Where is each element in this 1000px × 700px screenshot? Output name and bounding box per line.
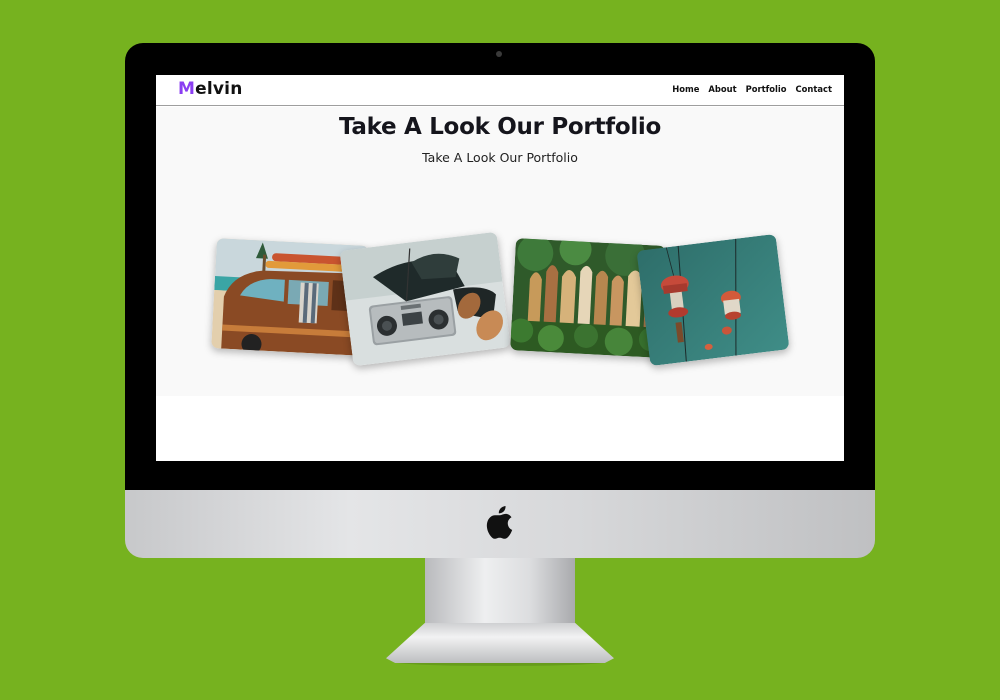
apple-logo-icon bbox=[486, 506, 513, 539]
brand-initial: M bbox=[178, 79, 196, 99]
navbar: Melvin Home About Portfolio Contact bbox=[156, 75, 844, 106]
portfolio-image-lanterns[interactable] bbox=[636, 233, 790, 367]
brand-logo[interactable]: Melvin bbox=[178, 79, 243, 99]
camera-dot bbox=[496, 51, 502, 57]
brand-name: elvin bbox=[195, 79, 243, 99]
nav-menu: Home About Portfolio Contact bbox=[672, 84, 832, 94]
nav-link-home[interactable]: Home bbox=[672, 84, 699, 94]
nav-link-about[interactable]: About bbox=[708, 84, 736, 94]
nav-link-portfolio[interactable]: Portfolio bbox=[746, 84, 787, 94]
monitor-stand-foot bbox=[386, 623, 614, 663]
nav-link-contact[interactable]: Contact bbox=[796, 84, 833, 94]
screen: Melvin Home About Portfolio Contact Take… bbox=[156, 75, 844, 461]
portfolio-image-boombox[interactable] bbox=[339, 231, 511, 367]
monitor-chin bbox=[125, 490, 875, 558]
page-title: Take A Look Our Portfolio bbox=[338, 114, 662, 140]
page-subtitle: Take A Look Our Portfolio bbox=[422, 150, 578, 165]
